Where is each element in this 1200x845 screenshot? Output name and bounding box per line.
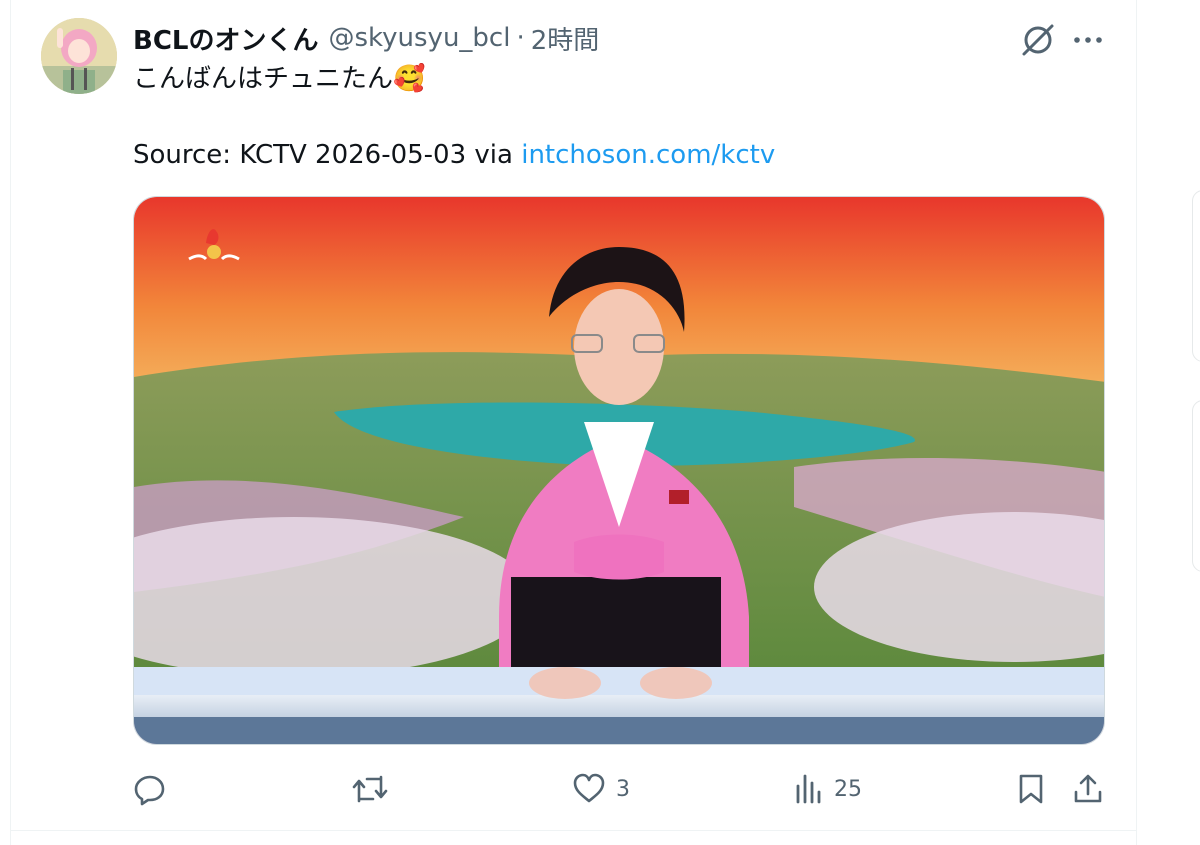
- source-link[interactable]: intchoson.com/kctv: [521, 140, 775, 170]
- reply-icon: [134, 775, 165, 806]
- reply-button[interactable]: [133, 767, 177, 811]
- retweet-button[interactable]: [352, 767, 398, 811]
- source-line: Source: KCTV 2026-05-03 via intchoson.co…: [133, 136, 775, 174]
- source-prefix: Source: KCTV 2026-05-03 via: [133, 140, 522, 170]
- sidebar-card: [1192, 190, 1200, 362]
- like-button[interactable]: 3: [572, 767, 630, 811]
- share-button[interactable]: [1071, 767, 1105, 811]
- tweet-divider: [10, 830, 1137, 831]
- grok-icon: [1022, 24, 1054, 56]
- tweet-text: こんばんはチュニたん🥰: [133, 64, 426, 94]
- more-icon: [1074, 37, 1102, 43]
- tweet-header: BCLのオンくん @skyusyu_bcl · 2時間: [133, 20, 599, 56]
- timestamp[interactable]: 2時間: [531, 20, 600, 57]
- media-image[interactable]: [133, 196, 1105, 745]
- retweet-icon: [352, 775, 388, 803]
- like-count: 3: [616, 776, 630, 802]
- user-handle[interactable]: @skyusyu_bcl: [328, 23, 510, 53]
- bookmark-icon: [1019, 774, 1043, 804]
- heart-icon: [573, 773, 605, 803]
- bookmark-button[interactable]: [1014, 767, 1048, 811]
- views-icon: [796, 774, 821, 804]
- share-icon: [1074, 774, 1102, 803]
- more-button[interactable]: [1068, 20, 1108, 60]
- avatar[interactable]: [41, 18, 117, 94]
- grok-button[interactable]: [1018, 20, 1058, 60]
- separator-dot: ·: [516, 23, 525, 53]
- views-count: 25: [834, 776, 862, 802]
- views-button[interactable]: 25: [794, 767, 862, 811]
- sidebar-card: [1192, 400, 1200, 572]
- display-name[interactable]: BCLのオンくん: [133, 20, 318, 57]
- news-anchor-image: [134, 197, 1104, 744]
